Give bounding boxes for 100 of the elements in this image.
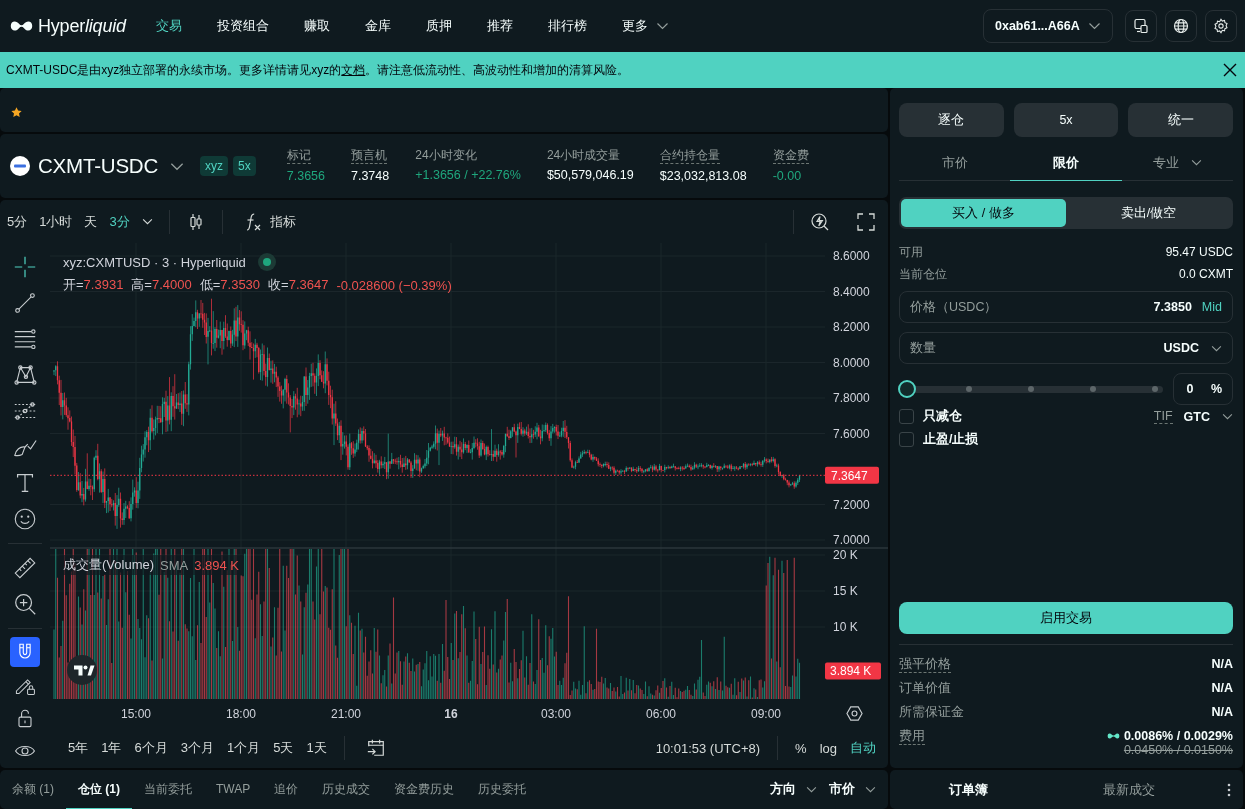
devices-button[interactable] [1125,10,1157,42]
close-button[interactable] [1223,63,1237,77]
slider-thumb[interactable] [898,380,916,398]
stat-value: 7.3748 [351,169,390,184]
caret-icon [1190,159,1202,166]
filter-dropdown[interactable]: 市价 [829,770,876,809]
caret-icon [1211,344,1222,352]
book-tab[interactable]: 最新成交 [1046,770,1212,809]
scale-button[interactable]: % [795,740,807,756]
banner-message: CXMT-USDC是由xyz独立部署的永续市场。更多详情请见xyz的文档。请注意低流动性、高波动性和增加的清算风险。 [6,61,631,79]
timeframe-menu-button[interactable] [141,218,153,225]
account-tab[interactable]: 仓位 (1) [66,770,132,809]
side-toggle-button[interactable]: 买入 / 做多 [901,199,1066,227]
size-input[interactable]: 数量 [910,338,1154,358]
enable-trading-button[interactable]: 启用交易 [899,602,1233,634]
timeframe-button[interactable]: 天 [84,212,98,231]
range-button[interactable]: 5天 [273,739,294,757]
wallet-button[interactable]: 0xab61...A66A [983,9,1113,43]
logo-icon[interactable] [10,19,33,33]
tif-select[interactable]: GTC [1183,409,1233,424]
margin-mode-button[interactable]: 统一 [1128,103,1233,137]
fullscreen-button[interactable] [856,211,876,232]
globe-icon [1173,18,1189,34]
timeframe-button[interactable]: 5分 [7,212,28,231]
stat-value: 7.3656 [286,169,325,184]
side-toggle-button[interactable]: 卖出/做空 [1066,199,1231,227]
percent-input[interactable]: 0 [1178,380,1202,398]
order-type-tab[interactable]: 限价 [1010,145,1122,181]
checkbox[interactable] [899,409,914,424]
drawing-toggle-button[interactable] [10,636,40,667]
size-field[interactable]: 数量 USDC [899,332,1233,364]
stat-label: 24小时变化 [415,148,477,163]
range-button[interactable]: 1个月 [226,739,261,757]
devices-icon [1133,18,1149,34]
timeframe-button[interactable]: 1小时 [39,212,73,231]
order-type-tab[interactable]: 市价 [899,145,1011,181]
nav-link[interactable]: 金库 [364,17,391,35]
nav-link[interactable]: 质押 [425,17,452,35]
account-tab[interactable]: 当前委托 [132,770,204,809]
more-button[interactable] [1227,782,1231,797]
margin-mode-button[interactable]: 5x [1013,103,1119,137]
nav-link[interactable]: 交易 [155,17,182,35]
account-tab[interactable]: 追价 [262,770,311,809]
levels-icon [12,326,38,352]
line-tool-icon [12,290,38,316]
go-to-date-button[interactable] [365,738,386,758]
timeframe-button[interactable]: 3分 [109,212,130,231]
scale-button[interactable]: log [819,740,837,756]
scale-button[interactable]: 自动 [850,739,876,757]
price-axis-label: 7.2000 [833,497,870,512]
range-button[interactable]: 1天 [306,739,327,757]
checkbox[interactable] [899,432,914,447]
account-tab[interactable]: TWAP [204,770,263,809]
price-field[interactable]: 价格（USDC） 7.3850 Mid [899,291,1233,323]
status-dot-icon [257,253,276,271]
crosshair-icon [12,254,38,280]
mid-price-button[interactable]: Mid [1201,300,1222,314]
price-axis-label: 8.6000 [833,249,870,263]
chart-settings-button[interactable] [846,705,863,722]
range-button[interactable]: 5年 [68,739,89,757]
language-button[interactable] [1165,10,1197,42]
summary-label: 费用 [899,728,925,745]
margin-mode-button[interactable]: 逐仓 [899,103,1004,137]
range-button[interactable]: 6个月 [134,739,168,757]
time-axis-label: 03:00 [541,707,571,721]
nav-link[interactable]: 排行榜 [547,17,587,35]
account-tab[interactable]: 历史委托 [466,770,539,809]
unit-select[interactable]: USDC [1163,341,1222,355]
price-input[interactable]: 7.3850 [1007,297,1192,317]
caret-icon [170,161,185,171]
nav-link[interactable]: 投资组合 [216,17,269,35]
indicators-button[interactable]: 指标 [242,211,296,232]
range-button[interactable]: 1年 [101,739,122,757]
info-value: 0.0 CXMT [1179,267,1233,281]
account-tab[interactable]: 资金费历史 [382,770,467,809]
alert-button[interactable] [810,211,830,232]
stat-label: 预言机 [351,148,387,164]
caret-icon [865,786,876,793]
last-price-tag: 7.3647 [825,466,879,484]
time-axis-label: 15:00 [121,707,151,721]
settings-button[interactable] [1205,10,1237,42]
star-icon[interactable] [10,105,23,119]
order-type-tab[interactable]: 专业 [1121,145,1233,181]
docs-link[interactable]: 文档 [341,62,366,77]
market-selector[interactable]: CXMT-USDC [38,154,185,178]
range-button[interactable]: 3个月 [180,739,214,757]
summary-label: 强平价格 [899,656,951,673]
book-tab[interactable]: 订单簿 [890,770,1046,809]
account-tab[interactable]: 余额 (1) [0,770,66,809]
nav-link[interactable]: 更多 [621,17,669,35]
slider-step-icon [1090,386,1096,392]
price-axis-label: 7.6000 [833,426,870,441]
percent-field[interactable]: 0 % [1173,373,1233,405]
nav-link[interactable]: 推荐 [486,17,513,35]
account-tab[interactable]: 历史成交 [310,770,383,809]
caret-icon [1222,413,1233,420]
filter-dropdown[interactable]: 方向 [770,770,817,809]
size-slider-track[interactable] [899,380,1163,398]
volume-axis-label: 10 K [833,620,858,634]
nav-link[interactable]: 赚取 [303,17,330,35]
